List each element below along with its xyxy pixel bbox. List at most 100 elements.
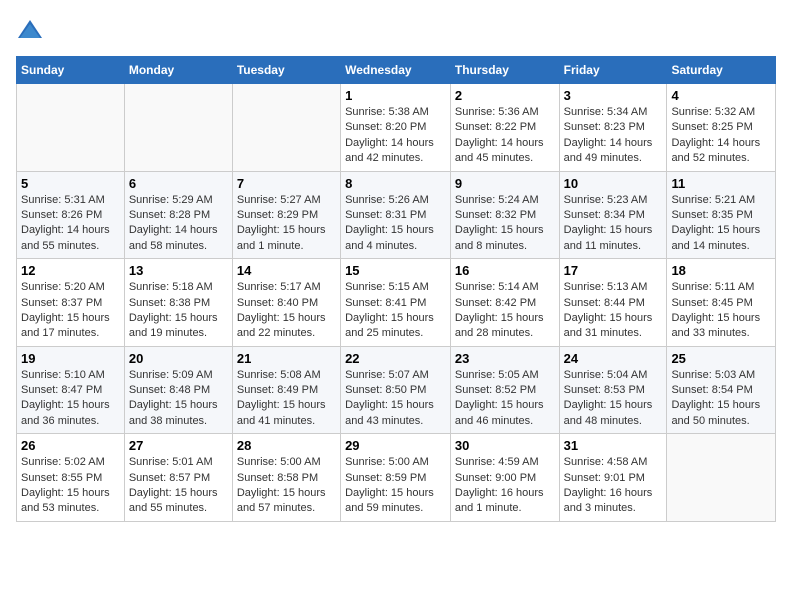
sunset-text: Sunset: 8:49 PM xyxy=(237,383,336,398)
daylight-text: Daylight: 16 hours and 3 minutes. xyxy=(564,486,663,517)
weekday-header-thursday: Thursday xyxy=(450,57,559,84)
day-info: Sunrise: 5:03 AMSunset: 8:54 PMDaylight:… xyxy=(671,368,771,430)
calendar-empty-cell xyxy=(232,84,340,172)
day-info: Sunrise: 5:14 AMSunset: 8:42 PMDaylight:… xyxy=(455,280,555,342)
daylight-text: Daylight: 15 hours and 59 minutes. xyxy=(345,486,446,517)
day-info: Sunrise: 5:11 AMSunset: 8:45 PMDaylight:… xyxy=(671,280,771,342)
weekday-header-monday: Monday xyxy=(124,57,232,84)
calendar-day-8: 8Sunrise: 5:26 AMSunset: 8:31 PMDaylight… xyxy=(341,171,451,259)
sunrise-text: Sunrise: 5:32 AM xyxy=(671,105,771,120)
day-number: 17 xyxy=(564,263,663,278)
day-number: 12 xyxy=(21,263,120,278)
day-number: 15 xyxy=(345,263,446,278)
day-info: Sunrise: 4:59 AMSunset: 9:00 PMDaylight:… xyxy=(455,455,555,517)
sunset-text: Sunset: 8:58 PM xyxy=(237,471,336,486)
day-info: Sunrise: 5:04 AMSunset: 8:53 PMDaylight:… xyxy=(564,368,663,430)
day-info: Sunrise: 5:32 AMSunset: 8:25 PMDaylight:… xyxy=(671,105,771,167)
calendar-day-18: 18Sunrise: 5:11 AMSunset: 8:45 PMDayligh… xyxy=(667,259,776,347)
day-info: Sunrise: 5:00 AMSunset: 8:59 PMDaylight:… xyxy=(345,455,446,517)
daylight-text: Daylight: 15 hours and 8 minutes. xyxy=(455,223,555,254)
calendar-table: SundayMondayTuesdayWednesdayThursdayFrid… xyxy=(16,56,776,522)
sunset-text: Sunset: 8:29 PM xyxy=(237,208,336,223)
calendar-day-6: 6Sunrise: 5:29 AMSunset: 8:28 PMDaylight… xyxy=(124,171,232,259)
calendar-day-10: 10 Sunrise: 5:23 AMSunset: 8:34 PMDayligh… xyxy=(559,171,667,259)
daylight-text: Daylight: 15 hours and 31 minutes. xyxy=(564,311,663,342)
day-info: Sunrise: 5:21 AMSunset: 8:35 PMDaylight:… xyxy=(671,193,771,255)
daylight-text: Daylight: 15 hours and 43 minutes. xyxy=(345,398,446,429)
sunrise-text: Sunrise: 5:03 AM xyxy=(671,368,771,383)
sunset-text: Sunset: 8:26 PM xyxy=(21,208,120,223)
sunrise-text: Sunrise: 5:14 AM xyxy=(455,280,555,295)
daylight-text: Daylight: 15 hours and 1 minute. xyxy=(237,223,336,254)
sunrise-text: Sunrise: 5:00 AM xyxy=(345,455,446,470)
day-number: 7 xyxy=(237,176,336,191)
sunrise-text: Sunrise: 5:00 AM xyxy=(237,455,336,470)
day-number: 27 xyxy=(129,438,228,453)
daylight-text: Daylight: 15 hours and 22 minutes. xyxy=(237,311,336,342)
sunset-text: Sunset: 8:25 PM xyxy=(671,120,771,135)
sunrise-text: Sunrise: 4:58 AM xyxy=(564,455,663,470)
calendar-week-row: 1 Sunrise: 5:38 AMSunset: 8:20 PM Daylight… xyxy=(17,84,776,172)
sunrise-text: Sunrise: 5:20 AM xyxy=(21,280,120,295)
daylight-text: Daylight: 15 hours and 57 minutes. xyxy=(237,486,336,517)
sunrise-text: Sunrise: 5:08 AM xyxy=(237,368,336,383)
sunset-text: Sunset: 8:38 PM xyxy=(129,296,228,311)
sunset-text: Sunset: 8:57 PM xyxy=(129,471,228,486)
daylight-text: Daylight: 15 hours and 46 minutes. xyxy=(455,398,555,429)
calendar-day-16: 16 Sunrise: 5:14 AMSunset: 8:42 PMDayligh… xyxy=(450,259,559,347)
sunrise-text: Sunrise: 5:38 AM xyxy=(345,105,446,120)
calendar-day-22: 22Sunrise: 5:07 AMSunset: 8:50 PMDayligh… xyxy=(341,346,451,434)
sunrise-text: Sunrise: 5:36 AM xyxy=(455,105,555,120)
daylight-text: Daylight: 15 hours and 17 minutes. xyxy=(21,311,120,342)
day-number: 1 xyxy=(345,88,446,103)
calendar-day-27: 27Sunrise: 5:01 AMSunset: 8:57 PMDayligh… xyxy=(124,434,232,522)
sunset-text: Sunset: 8:52 PM xyxy=(455,383,555,398)
sunrise-text: Sunrise: 5:21 AM xyxy=(671,193,771,208)
sunrise-text: Sunrise: 5:09 AM xyxy=(129,368,228,383)
sunset-text: Sunset: 8:40 PM xyxy=(237,296,336,311)
sunset-text: Sunset: 9:01 PM xyxy=(564,471,663,486)
daylight-text: Daylight: 15 hours and 14 minutes. xyxy=(671,223,771,254)
sunset-text: Sunset: 8:20 PM xyxy=(345,120,446,135)
calendar-week-row: 12Sunrise: 5:20 AMSunset: 8:37 PMDayligh… xyxy=(17,259,776,347)
sunrise-text: Sunrise: 5:10 AM xyxy=(21,368,120,383)
weekday-header-friday: Friday xyxy=(559,57,667,84)
calendar-day-12: 12Sunrise: 5:20 AMSunset: 8:37 PMDayligh… xyxy=(17,259,125,347)
daylight-text: Daylight: 15 hours and 19 minutes. xyxy=(129,311,228,342)
day-info: Sunrise: 5:27 AMSunset: 8:29 PMDaylight:… xyxy=(237,193,336,255)
weekday-header-tuesday: Tuesday xyxy=(232,57,340,84)
sunset-text: Sunset: 8:32 PM xyxy=(455,208,555,223)
day-info: Sunrise: 5:18 AMSunset: 8:38 PMDaylight:… xyxy=(129,280,228,342)
day-info: Sunrise: 5:07 AMSunset: 8:50 PMDaylight:… xyxy=(345,368,446,430)
day-number: 25 xyxy=(671,351,771,366)
sunset-text: Sunset: 8:54 PM xyxy=(671,383,771,398)
day-number: 16 xyxy=(455,263,555,278)
calendar-empty-cell xyxy=(17,84,125,172)
day-info: Sunrise: 5:23 AMSunset: 8:34 PMDaylight:… xyxy=(564,193,663,255)
calendar-day-26: 26Sunrise: 5:02 AMSunset: 8:55 PMDayligh… xyxy=(17,434,125,522)
day-info: Sunrise: 5:02 AMSunset: 8:55 PMDaylight:… xyxy=(21,455,120,517)
calendar-day-4: 4Sunrise: 5:32 AMSunset: 8:25 PMDaylight… xyxy=(667,84,776,172)
page-header xyxy=(16,16,776,44)
sunrise-text: Sunrise: 5:24 AM xyxy=(455,193,555,208)
daylight-text: Daylight: 15 hours and 38 minutes. xyxy=(129,398,228,429)
sunrise-text: Sunrise: 5:27 AM xyxy=(237,193,336,208)
daylight-text: Daylight: 14 hours and 45 minutes. xyxy=(455,136,555,167)
calendar-day-25: 25 Sunrise: 5:03 AMSunset: 8:54 PMDayligh… xyxy=(667,346,776,434)
sunset-text: Sunset: 8:53 PM xyxy=(564,383,663,398)
calendar-week-row: 26Sunrise: 5:02 AMSunset: 8:55 PMDayligh… xyxy=(17,434,776,522)
day-number: 8 xyxy=(345,176,446,191)
calendar-empty-cell xyxy=(124,84,232,172)
sunrise-text: Sunrise: 5:23 AM xyxy=(564,193,663,208)
daylight-text: Daylight: 15 hours and 25 minutes. xyxy=(345,311,446,342)
calendar-week-row: 19Sunrise: 5:10 AMSunset: 8:47 PMDayligh… xyxy=(17,346,776,434)
daylight-text: Daylight: 15 hours and 4 minutes. xyxy=(345,223,446,254)
daylight-text: Daylight: 15 hours and 28 minutes. xyxy=(455,311,555,342)
day-number: 23 xyxy=(455,351,555,366)
calendar-week-row: 5Sunrise: 5:31 AMSunset: 8:26 PMDaylight… xyxy=(17,171,776,259)
daylight-text: Daylight: 14 hours and 49 minutes. xyxy=(564,136,663,167)
calendar-day-29: 29Sunrise: 5:00 AMSunset: 8:59 PMDayligh… xyxy=(341,434,451,522)
day-number: 10 xyxy=(564,176,663,191)
calendar-day-11: 11Sunrise: 5:21 AMSunset: 8:35 PMDayligh… xyxy=(667,171,776,259)
sunrise-text: Sunrise: 5:18 AM xyxy=(129,280,228,295)
